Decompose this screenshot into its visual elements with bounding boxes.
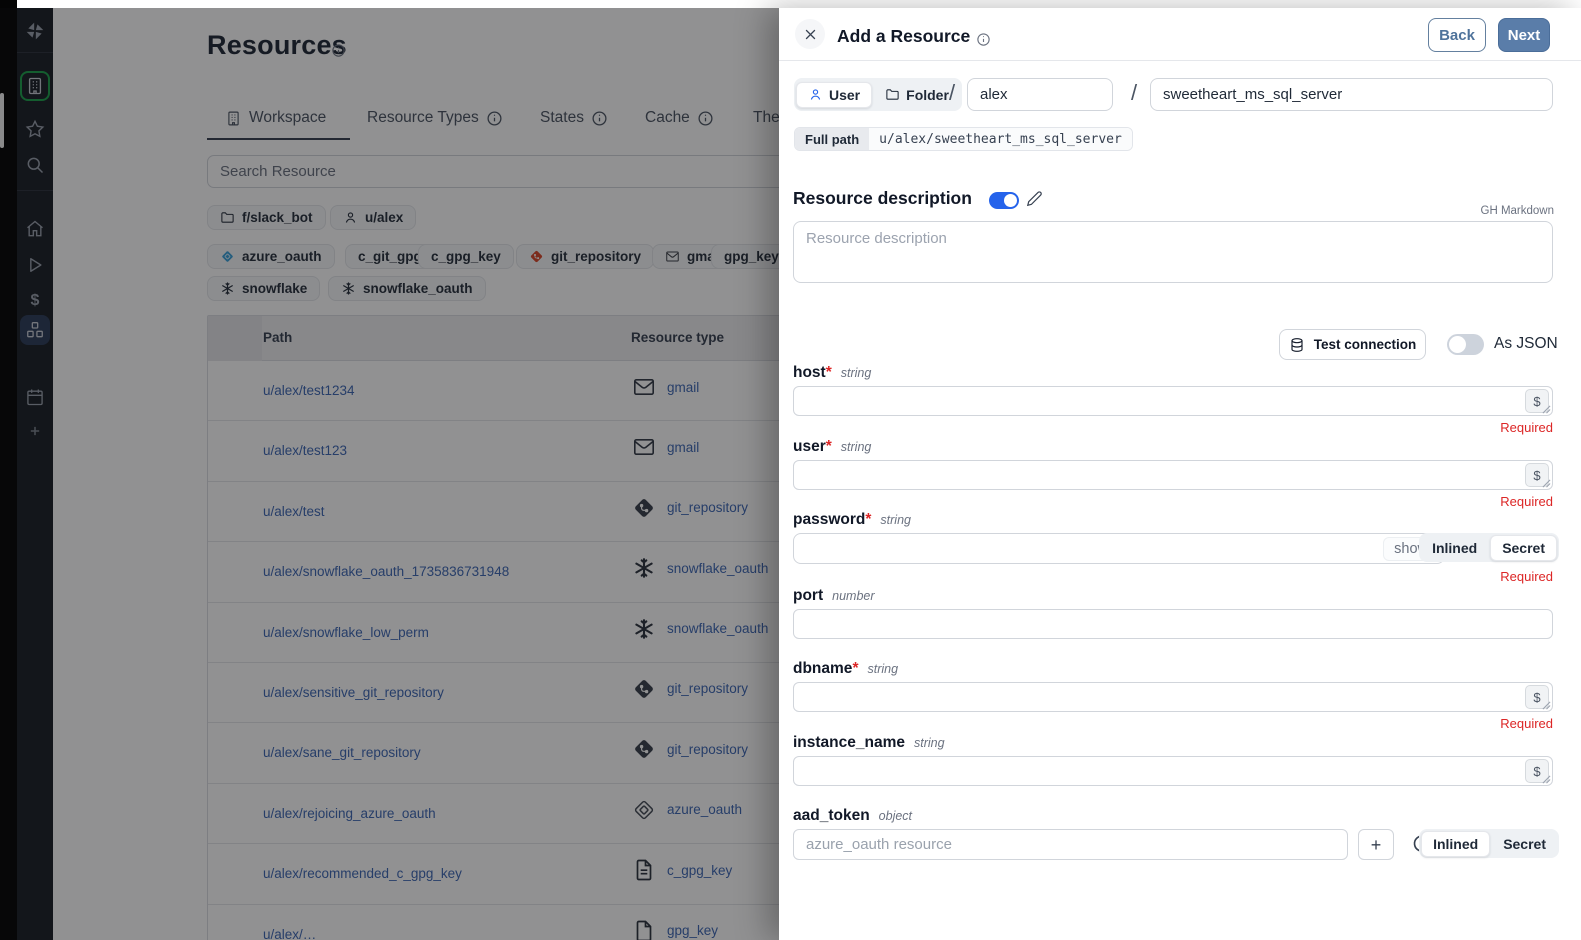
password-input[interactable]: show xyxy=(793,533,1445,564)
next-button[interactable]: Next xyxy=(1498,18,1550,52)
field-label-port: port number xyxy=(793,587,875,605)
header-divider xyxy=(779,60,1581,61)
drawer-backdrop[interactable] xyxy=(0,8,779,940)
description-heading: Resource description xyxy=(793,188,972,209)
description-toggle[interactable] xyxy=(989,192,1019,209)
required-hint: Required xyxy=(1500,494,1553,509)
owner-name-input[interactable] xyxy=(967,78,1113,111)
top-browser-strip xyxy=(17,0,1581,8)
field-label-instance-name: instance_name string xyxy=(793,734,945,752)
resource-name-input[interactable] xyxy=(1150,78,1553,111)
host-input[interactable]: $ xyxy=(793,386,1553,416)
secret-option[interactable]: Secret xyxy=(1490,535,1557,561)
user-icon xyxy=(808,87,823,102)
as-json-toggle[interactable] xyxy=(1447,334,1484,355)
as-json-label: As JSON xyxy=(1494,335,1558,353)
field-label-password: password* string xyxy=(793,511,911,529)
port-input[interactable] xyxy=(793,609,1553,639)
database-icon xyxy=(1289,337,1305,353)
back-button[interactable]: Back xyxy=(1428,18,1486,52)
owner-kind-user[interactable]: User xyxy=(796,82,872,108)
info-icon[interactable] xyxy=(976,32,991,47)
owner-kind-toggle: User Folder xyxy=(794,78,962,111)
close-icon[interactable] xyxy=(795,19,825,49)
inlined-option[interactable]: Inlined xyxy=(1421,831,1490,857)
aad-token-resource-input[interactable] xyxy=(793,829,1348,860)
add-resource-button[interactable]: + xyxy=(1358,829,1394,860)
aad-token-storage-toggle: Inlined Secret xyxy=(1419,829,1559,858)
full-path-value: u/alex/sweetheart_ms_sql_server xyxy=(869,128,1132,150)
instance-name-input[interactable]: $ xyxy=(793,756,1553,786)
markdown-hint: GH Markdown xyxy=(1481,205,1555,217)
path-separator: / xyxy=(1131,80,1137,106)
inlined-option[interactable]: Inlined xyxy=(1421,536,1488,560)
user-input[interactable]: $ xyxy=(793,460,1553,490)
add-resource-drawer: Add a Resource Back Next User Folder / /… xyxy=(779,8,1581,940)
field-label-dbname: dbname* string xyxy=(793,660,898,678)
full-path: Full path u/alex/sweetheart_ms_sql_serve… xyxy=(794,127,1133,151)
owner-kind-folder[interactable]: Folder xyxy=(874,83,960,107)
password-storage-toggle: Inlined Secret xyxy=(1419,533,1559,562)
app-window: $ Resources Workspace Resource Types Sta… xyxy=(0,0,1581,940)
description-textarea[interactable] xyxy=(793,221,1553,283)
test-connection-button[interactable]: Test connection xyxy=(1279,329,1426,360)
field-label-aad-token: aad_token object xyxy=(793,807,912,825)
drawer-title: Add a Resource xyxy=(837,26,970,47)
secret-option[interactable]: Secret xyxy=(1492,832,1557,856)
required-hint: Required xyxy=(1500,716,1553,731)
dbname-input[interactable]: $ xyxy=(793,682,1553,712)
full-path-label: Full path xyxy=(795,128,869,150)
field-label-user: user* string xyxy=(793,438,871,456)
required-hint: Required xyxy=(1500,569,1553,584)
path-separator: / xyxy=(949,80,955,106)
field-label-host: host* string xyxy=(793,364,871,382)
folder-icon xyxy=(885,87,900,102)
required-hint: Required xyxy=(1500,420,1553,435)
pencil-icon[interactable] xyxy=(1026,190,1043,212)
